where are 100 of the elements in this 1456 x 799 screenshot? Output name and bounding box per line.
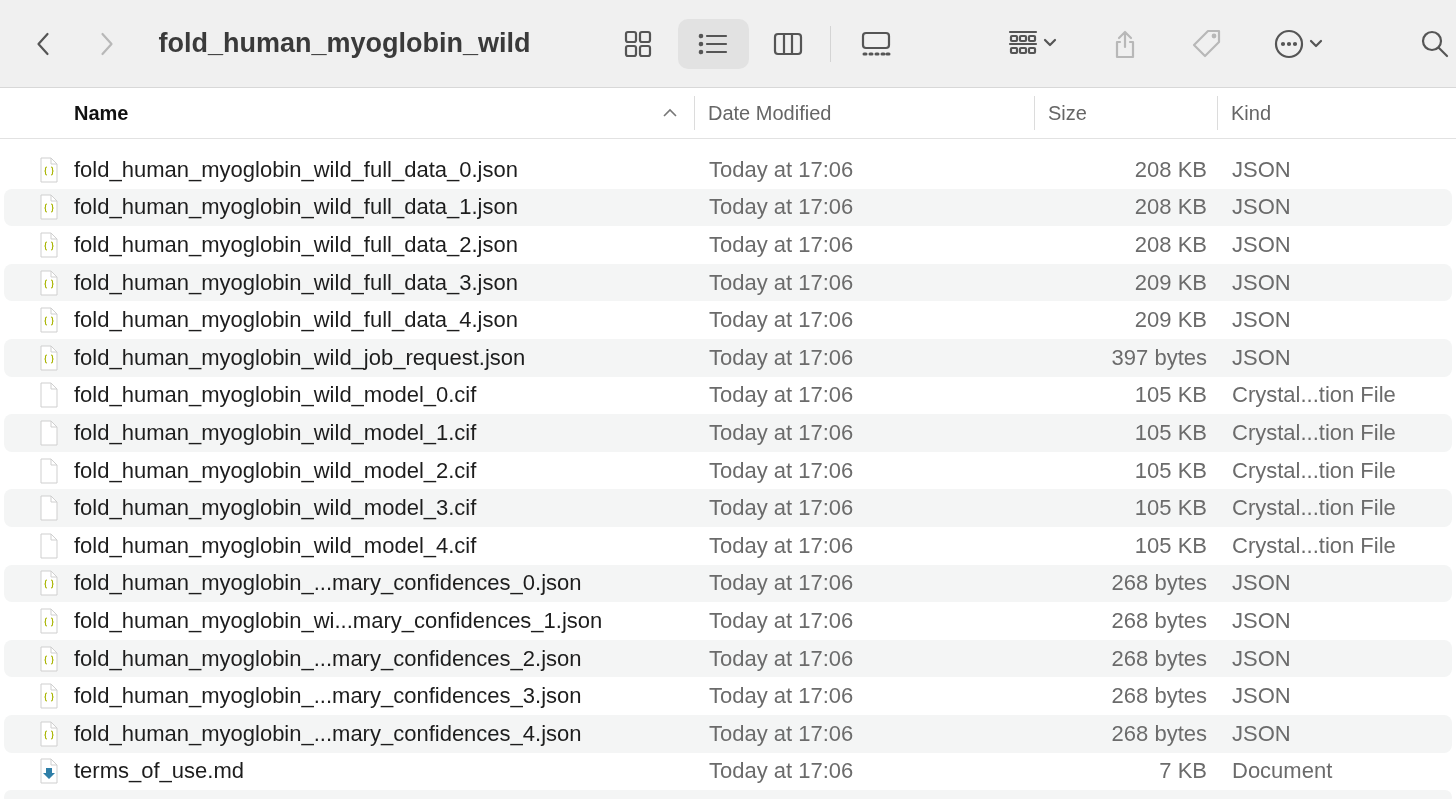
file-kind: Crystal...tion File xyxy=(1231,382,1397,409)
file-name: terms_of_use.md xyxy=(74,758,244,785)
file-size: 268 bytes xyxy=(1110,570,1208,597)
file-kind: Crystal...tion File xyxy=(1231,495,1397,522)
file-row[interactable]: fold_human_myoglobin_wild_full_data_4.json Today at 17:06 209 KB JSON xyxy=(4,301,1452,339)
file-name: fold_human_myoglobin_wild_model_1.cif xyxy=(74,419,477,446)
file-kind: JSON xyxy=(1231,607,1292,634)
more-dropdown-icon xyxy=(1274,28,1324,59)
file-name: fold_human_myoglobin_wi...mary_confidences_1.json xyxy=(74,607,603,634)
file-row[interactable]: fold_human_myoglobin_wild_model_1.cif Today at 17:06 105 KB Crystal...tion File xyxy=(4,414,1452,452)
file-kind: JSON xyxy=(1231,570,1292,597)
date-modified: Today at 17:06 xyxy=(708,457,855,484)
date-modified: Today at 17:06 xyxy=(708,156,855,183)
grid-icon xyxy=(623,28,654,59)
column-header[interactable]: Size xyxy=(1034,88,1217,138)
file-kind: Crystal...tion File xyxy=(1231,419,1397,446)
file-row[interactable]: fold_human_myoglobin_...mary_confidences_0.json Today at 17:06 268 bytes JSON xyxy=(4,564,1452,603)
column-header[interactable]: Name xyxy=(0,88,694,138)
column-header[interactable]: Date Modified xyxy=(694,88,1034,138)
date-modified: Today at 17:06 xyxy=(708,758,855,785)
file-kind: JSON xyxy=(1231,269,1292,296)
file-size: 208 KB xyxy=(1133,194,1208,221)
json-file-icon xyxy=(38,683,60,710)
date-modified: Today at 17:06 xyxy=(708,495,855,522)
file-row[interactable]: fold_human_myoglobin_wild_model_4.cif Today at 17:06 105 KB Crystal...tion File xyxy=(4,526,1452,565)
list-view-button[interactable] xyxy=(677,18,749,69)
date-modified: Today at 17:06 xyxy=(708,232,855,258)
file-size: 105 KB xyxy=(1133,457,1208,484)
file-size: 7 KB xyxy=(1158,758,1208,785)
file-kind: JSON xyxy=(1231,683,1292,710)
file-kind: JSON xyxy=(1231,232,1292,258)
file-name: fold_human_myoglobin_wild_model_0.cif xyxy=(74,382,477,409)
file-size: 268 bytes xyxy=(1110,720,1208,747)
file-row[interactable]: fold_human_myoglobin_wild_full_data_1.json Today at 17:06 208 KB JSON xyxy=(4,188,1452,227)
json-file-icon xyxy=(38,344,60,371)
json-file-icon xyxy=(38,307,60,334)
file-name: fold_human_myoglobin_...mary_confidences_0.json xyxy=(74,570,582,597)
file-name: fold_human_myoglobin_...mary_confidences_3.json xyxy=(74,683,582,710)
file-name: fold_human_myoglobin_wild_full_data_1.json xyxy=(74,194,518,221)
file-row[interactable]: fold_human_myoglobin_wild_model_2.cif Today at 17:06 105 KB Crystal...tion File xyxy=(4,451,1452,490)
download-file-icon xyxy=(38,758,60,785)
window-title: fold_human_myoglobin_wild xyxy=(158,28,531,59)
date-modified: Today at 17:06 xyxy=(708,720,855,747)
file-size: 268 bytes xyxy=(1110,683,1208,710)
file-kind: Document xyxy=(1231,758,1334,785)
file-row[interactable]: fold_human_myoglobin_...mary_confidences_3.json Today at 17:06 268 bytes JSON xyxy=(4,677,1452,715)
blank-file-icon xyxy=(38,457,60,484)
file-name: fold_human_myoglobin_wild_job_request.json xyxy=(74,344,526,371)
file-row[interactable]: terms_of_use.md Today at 17:06 7 KB Document xyxy=(4,752,1452,791)
file-row[interactable]: fold_human_myoglobin_...mary_confidences_2.json Today at 17:06 268 bytes JSON xyxy=(4,639,1452,678)
file-kind: JSON xyxy=(1231,307,1292,334)
date-modified: Today at 17:06 xyxy=(708,382,855,409)
json-file-icon xyxy=(38,156,60,183)
file-kind: JSON xyxy=(1231,344,1292,371)
json-file-icon xyxy=(38,232,60,258)
file-size: 105 KB xyxy=(1133,382,1208,409)
file-name: fold_human_myoglobin_...mary_confidences_4.json xyxy=(74,720,582,747)
file-name: fold_human_myoglobin_wild_model_2.cif xyxy=(74,457,477,484)
file-kind: JSON xyxy=(1231,194,1292,221)
file-size: 105 KB xyxy=(1133,419,1208,446)
file-row[interactable]: fold_human_myoglobin_wild_full_data_0.json Today at 17:06 208 KB JSON xyxy=(4,151,1452,189)
file-row[interactable]: fold_human_myoglobin_wild_model_0.cif Today at 17:06 105 KB Crystal...tion File xyxy=(4,376,1452,415)
blank-file-icon xyxy=(38,419,60,446)
file-size: 208 KB xyxy=(1133,156,1208,183)
date-modified: Today at 17:06 xyxy=(708,344,855,371)
file-kind: JSON xyxy=(1231,156,1292,183)
date-modified: Today at 17:06 xyxy=(708,307,855,334)
date-modified: Today at 17:06 xyxy=(708,532,855,559)
json-file-icon xyxy=(38,720,60,747)
date-modified: Today at 17:06 xyxy=(708,419,855,446)
file-size: 397 bytes xyxy=(1110,344,1208,371)
search-icon xyxy=(1420,28,1450,59)
file-size: 105 KB xyxy=(1133,532,1208,559)
json-file-icon xyxy=(38,607,60,634)
json-file-icon xyxy=(38,570,60,597)
back-icon xyxy=(36,30,51,57)
file-kind: Crystal...tion File xyxy=(1231,457,1397,484)
file-size: 208 KB xyxy=(1133,232,1208,258)
date-modified: Today at 17:06 xyxy=(708,269,855,296)
file-name: fold_human_myoglobin_wild_model_4.cif xyxy=(74,532,477,559)
file-name: fold_human_myoglobin_wild_full_data_2.json xyxy=(74,232,518,258)
forward-icon xyxy=(100,30,115,57)
blank-file-icon xyxy=(38,532,60,559)
file-size: 268 bytes xyxy=(1110,607,1208,634)
file-row[interactable]: fold_human_myoglobin_...mary_confidences_4.json Today at 17:06 268 bytes JSON xyxy=(4,714,1452,753)
date-modified: Today at 17:06 xyxy=(708,645,855,672)
tag-icon xyxy=(1192,28,1222,59)
file-kind: Crystal...tion File xyxy=(1231,532,1397,559)
file-size: 209 KB xyxy=(1133,307,1208,334)
file-name: fold_human_myoglobin_...mary_confidences_2.json xyxy=(74,645,582,672)
file-row[interactable]: fold_human_myoglobin_wild_full_data_2.json Today at 17:06 208 KB JSON xyxy=(4,226,1452,264)
file-row[interactable]: fold_human_myoglobin_wild_job_request.json Today at 17:06 397 bytes JSON xyxy=(4,338,1452,377)
blank-file-icon xyxy=(38,495,60,522)
file-row[interactable]: fold_human_myoglobin_wi...mary_confidences_1.json Today at 17:06 268 bytes JSON xyxy=(4,602,1452,640)
column-header[interactable]: Kind xyxy=(1217,88,1456,138)
file-size: 105 KB xyxy=(1133,495,1208,522)
file-row[interactable]: fold_human_myoglobin_wild_full_data_3.json Today at 17:06 209 KB JSON xyxy=(4,263,1452,302)
file-row[interactable]: fold_human_myoglobin_wild_model_3.cif Today at 17:06 105 KB Crystal...tion File xyxy=(4,489,1452,527)
file-size: 268 bytes xyxy=(1110,645,1208,672)
file-name: fold_human_myoglobin_wild_model_3.cif xyxy=(74,495,477,522)
